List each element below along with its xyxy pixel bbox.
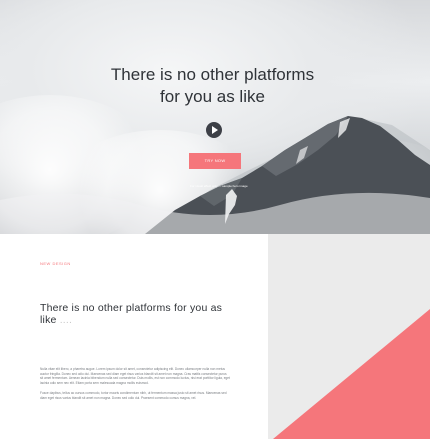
content-section: NEW DESIGN There is no other platforms f… <box>0 234 430 439</box>
section-title-ellipsis: .... <box>59 314 73 326</box>
body-paragraph: Nulla vitae elit libero, a pharetra augu… <box>40 367 230 385</box>
hero-caption: For visual effect only — sample hero ima… <box>190 184 248 188</box>
mountain-illustration <box>0 116 430 234</box>
decorative-panel <box>268 234 430 439</box>
hero-title: There is no other platforms for you as l… <box>110 65 315 106</box>
section-title: There is no other platforms for you as l… <box>40 302 240 326</box>
try-now-button[interactable]: TRY NOW <box>189 153 241 169</box>
body-paragraph: Fusce dapibus, tellus ac cursus commodo,… <box>40 391 227 400</box>
section-kicker: NEW DESIGN <box>40 261 71 266</box>
play-button[interactable] <box>206 122 222 138</box>
hero-section: There is no other platforms for you as l… <box>0 0 430 234</box>
accent-triangle <box>273 309 430 439</box>
